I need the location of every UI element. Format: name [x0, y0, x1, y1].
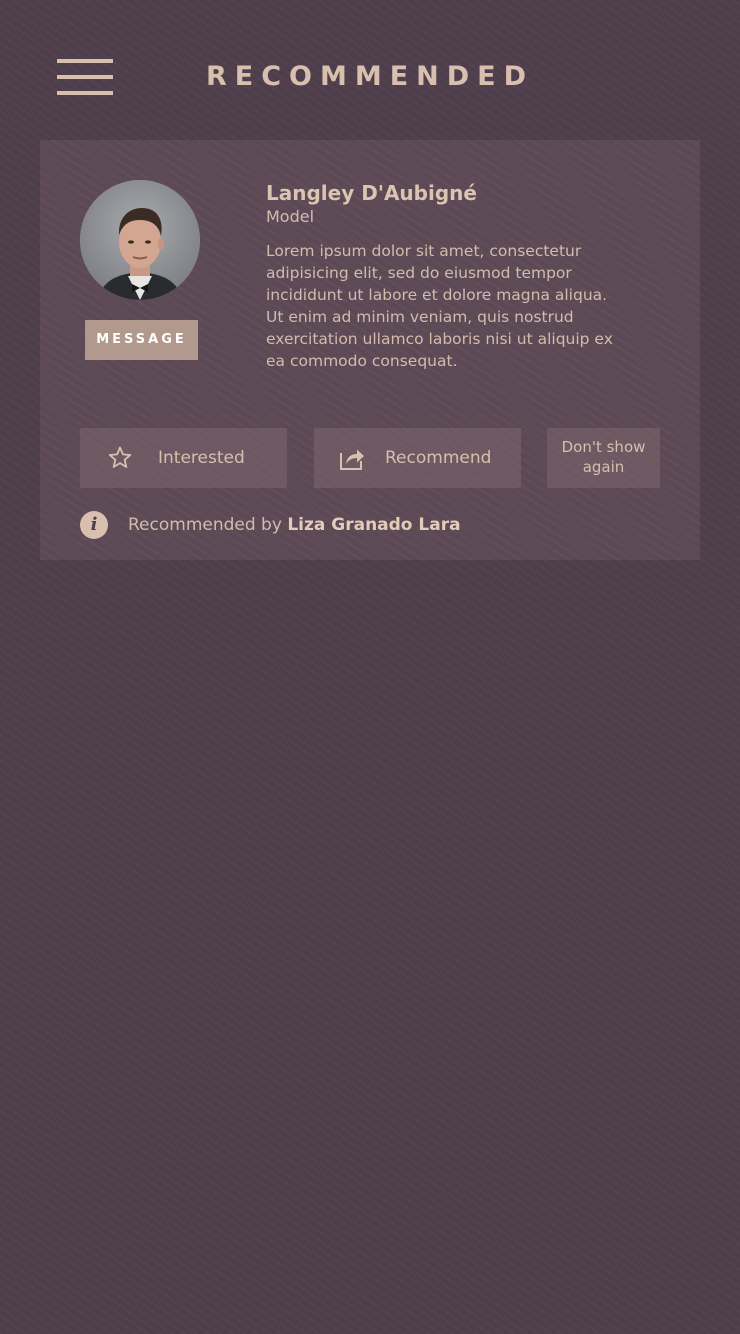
recommendation-card: MESSAGE Langley D'Aubigné Model Lorem ip… [40, 140, 700, 560]
info-icon: i [80, 511, 108, 539]
interested-button[interactable]: Interested [80, 428, 287, 488]
dont-show-again-button[interactable]: Don't show again [547, 428, 660, 488]
interested-label: Interested [158, 448, 245, 468]
recommend-button[interactable]: Recommend [314, 428, 521, 488]
avatar[interactable] [80, 180, 200, 300]
recommend-label: Recommend [385, 448, 492, 468]
recommended-by-prefix: Recommended by [128, 515, 288, 535]
star-outline-icon [108, 446, 132, 468]
recommender-name[interactable]: Liza Granado Lara [287, 515, 460, 535]
person-name[interactable]: Langley D'Aubigné [266, 180, 477, 206]
avatar-portrait-icon [80, 180, 200, 300]
share-icon [340, 449, 364, 470]
message-button[interactable]: MESSAGE [85, 320, 198, 360]
page-title: RECOMMENDED [205, 61, 535, 92]
person-bio: Lorem ipsum dolor sit amet, consectetur … [266, 242, 613, 370]
dont-show-again-label: Don't show again [561, 438, 646, 476]
person-role: Model [266, 207, 315, 226]
recommended-by-text: Recommended by Liza Granado Lara [128, 511, 461, 539]
